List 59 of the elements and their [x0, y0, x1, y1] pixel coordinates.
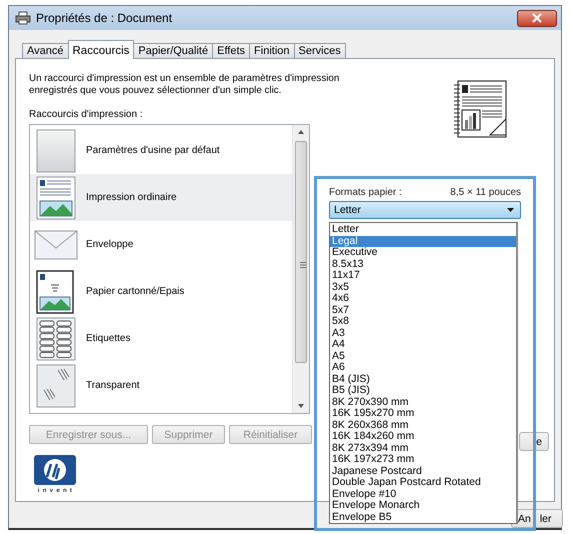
- dropdown-option[interactable]: Envelope #10: [330, 488, 516, 500]
- cardstock-page-icon: [36, 270, 76, 314]
- dropdown-option[interactable]: Legal: [330, 236, 516, 247]
- shortcut-item[interactable]: Transparent: [30, 362, 292, 409]
- paper-size-dropdown[interactable]: Letter: [329, 201, 521, 219]
- section-label: Raccourcis d'impression :: [29, 109, 144, 120]
- window-title: Propriétés de : Document: [36, 11, 174, 25]
- dropdown-option[interactable]: Letter: [330, 224, 516, 236]
- shortcut-item[interactable]: Paramètres d'usine par défaut: [30, 127, 292, 174]
- document-page-icon: [36, 176, 76, 220]
- dropdown-option[interactable]: 11x17: [330, 270, 516, 282]
- scroll-down-icon[interactable]: [298, 404, 304, 408]
- scrollbar[interactable]: [292, 125, 309, 413]
- shortcut-item[interactable]: Papier cartonné/Epais: [30, 268, 292, 315]
- shortcut-item[interactable]: Enveloppe: [30, 221, 292, 268]
- transparency-sheet-icon: [36, 364, 76, 408]
- description-text: Un raccourci d'impression est un ensemble de paramètres d'impression: [29, 73, 340, 85]
- scroll-up-icon[interactable]: [298, 130, 304, 134]
- dropdown-option[interactable]: 16K 184x260 mm: [330, 431, 516, 442]
- tab[interactable]: Papier/Qualité: [133, 43, 214, 58]
- dropdown-option[interactable]: A3: [330, 328, 516, 339]
- label-sheet-icon: [36, 316, 76, 360]
- dropdown-option[interactable]: B5 (JIS): [330, 385, 516, 396]
- dropdown-option[interactable]: 8K 270x390 mm: [330, 396, 516, 408]
- tab[interactable]: Effets: [212, 43, 250, 58]
- envelope-icon: [34, 230, 78, 260]
- dropdown-option[interactable]: 16K 195x270 mm: [330, 408, 516, 420]
- dropdown-option[interactable]: B4 (JIS): [330, 374, 516, 385]
- dropdown-option[interactable]: 3x5: [330, 282, 516, 293]
- shortcut-item[interactable]: Impression ordinaire: [30, 174, 292, 221]
- dropdown-option[interactable]: Double Japan Postcard Rotated: [330, 477, 516, 488]
- field-label: Formats papier :: [329, 187, 402, 198]
- dropdown-option[interactable]: 8.5x13: [330, 258, 516, 270]
- paper-dimensions: 8,5 × 11 pouces: [450, 187, 521, 198]
- tab[interactable]: Avancé: [22, 43, 68, 58]
- dropdown-option[interactable]: 16K 197x273 mm: [330, 454, 516, 466]
- printer-icon: [15, 11, 31, 25]
- dropdown-option[interactable]: 5x8: [330, 316, 516, 328]
- dropdown-option[interactable]: A5: [330, 350, 516, 362]
- shortcut-item[interactable]: Etiquettes: [30, 315, 292, 362]
- tab[interactable]: Finition: [249, 43, 295, 58]
- dropdown-option[interactable]: 4x6: [330, 293, 516, 304]
- description-text: enregistrés que vous pouvez sélectionner d'un simple clic.: [29, 85, 282, 97]
- close-icon: [532, 13, 542, 23]
- blank-page-icon: [36, 128, 76, 172]
- dropdown-option[interactable]: Envelope Monarch: [330, 500, 516, 512]
- dropdown-option[interactable]: A4: [330, 339, 516, 350]
- dropdown-option[interactable]: A6: [330, 362, 516, 374]
- close-button[interactable]: [517, 10, 557, 26]
- dropdown-option[interactable]: Japanese Postcard: [330, 466, 516, 477]
- logo-icon: [34, 455, 76, 485]
- tab[interactable]: Services: [294, 43, 346, 58]
- dropdown-arrow-icon: [507, 208, 514, 212]
- dropdown-option[interactable]: 5x7: [330, 304, 516, 316]
- grip-icon: [300, 262, 306, 268]
- dropdown-option[interactable]: 8K 260x368 mm: [330, 420, 516, 431]
- tab[interactable]: Raccourcis: [68, 40, 134, 59]
- dropdown-option[interactable]: Executive: [330, 247, 516, 258]
- dropdown-option[interactable]: 8K 273x394 mm: [330, 442, 516, 454]
